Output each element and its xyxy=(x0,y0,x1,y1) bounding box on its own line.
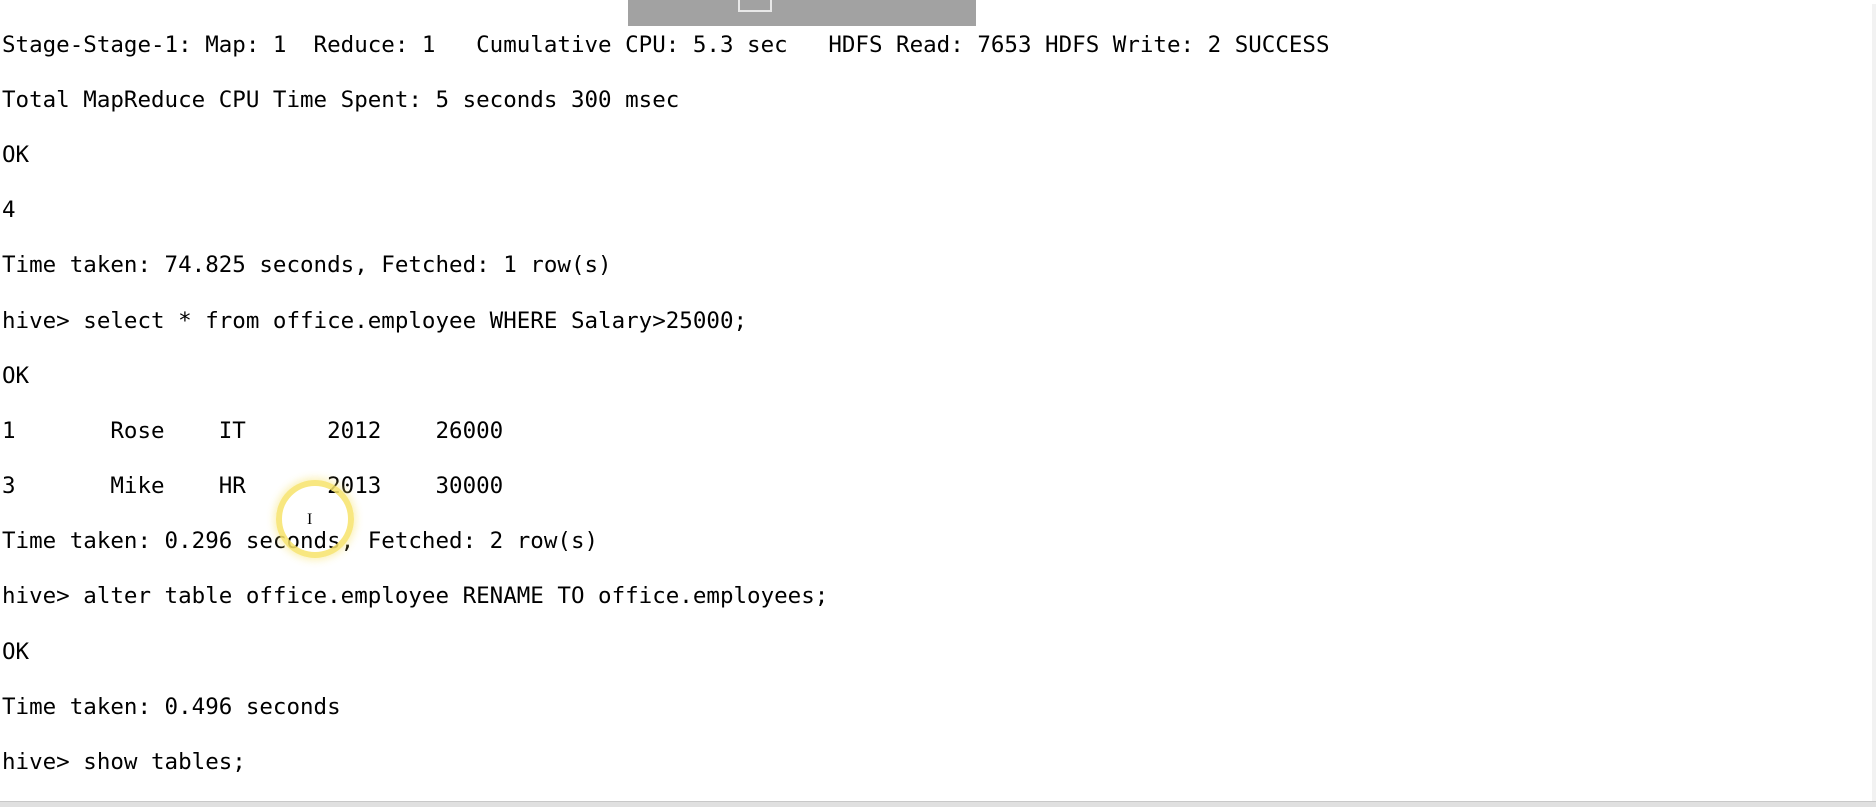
terminal-line: Time taken: 0.496 seconds xyxy=(2,694,1876,722)
terminal-line: 1 Rose IT 2012 26000 xyxy=(2,418,1876,446)
scrollbar-vertical[interactable] xyxy=(1872,4,1876,802)
terminal-line: OK xyxy=(2,363,1876,391)
terminal-line: OK xyxy=(2,142,1876,170)
terminal-line: Time taken: 0.296 seconds, Fetched: 2 ro… xyxy=(2,528,1876,556)
terminal-line: 3 Mike HR 2013 30000 xyxy=(2,473,1876,501)
window-bottom-frame xyxy=(0,801,1876,807)
terminal-line: hive> show tables; xyxy=(2,749,1876,777)
terminal-line: Total MapReduce CPU Time Spent: 5 second… xyxy=(2,87,1876,115)
terminal-line: Stage-Stage-1: Map: 1 Reduce: 1 Cumulati… xyxy=(2,32,1876,60)
terminal-line: Time taken: 74.825 seconds, Fetched: 1 r… xyxy=(2,252,1876,280)
terminal-line: OK xyxy=(2,639,1876,667)
terminal-line: 4 xyxy=(2,197,1876,225)
terminal-output[interactable]: Stage-Stage-1: Map: 1 Reduce: 1 Cumulati… xyxy=(0,0,1876,807)
terminal-line: hive> alter table office.employee RENAME… xyxy=(2,583,1876,611)
terminal-line: hive> select * from office.employee WHER… xyxy=(2,308,1876,336)
